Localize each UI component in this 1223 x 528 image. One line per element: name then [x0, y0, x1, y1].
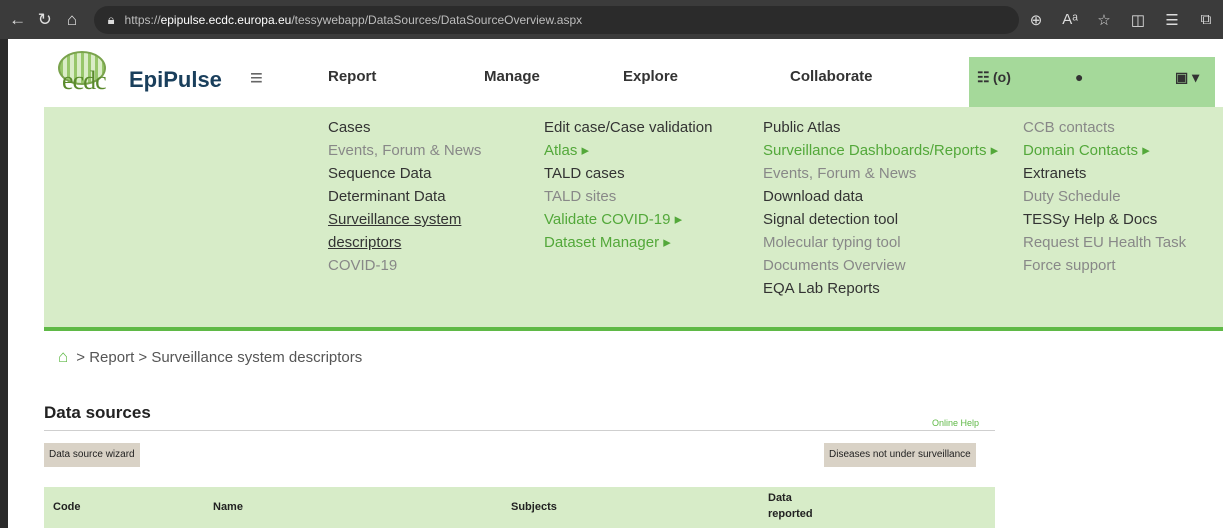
breadcrumb-path: Report > Surveillance system descriptors — [89, 348, 363, 366]
menu-col-explore: Public Atlas Surveillance Dashboards/Repo… — [763, 116, 998, 300]
col-name[interactable]: Name — [213, 501, 243, 513]
nav-collaborate[interactable]: Collaborate — [790, 68, 873, 85]
col-code[interactable]: Code — [53, 501, 81, 513]
col-data-reported-line1[interactable]: Data — [768, 492, 792, 504]
menu-col-collaborate: CCB contacts Domain Contacts ▸ Extranets Du… — [1023, 116, 1186, 277]
menu-item-explore[interactable]: EQA Lab Reports — [763, 277, 998, 300]
menu-item-manage[interactable]: Validate COVID-19 ▸ — [544, 208, 712, 231]
data-source-wizard-button[interactable]: Data source wizard — [44, 443, 140, 467]
breadcrumb: ⌂ > Report > Surveillance system descrip… — [58, 347, 362, 367]
menu-item-report[interactable]: COVID-19 — [328, 254, 481, 277]
menu-item-manage[interactable]: Dataset Manager ▸ — [544, 231, 712, 254]
home-icon[interactable]: ⌂ — [58, 347, 68, 367]
menu-item-collaborate[interactable]: Domain Contacts ▸ — [1023, 139, 1186, 162]
page-title: Data sources — [44, 403, 151, 422]
user-account-icon[interactable]: ● — [1075, 69, 1083, 85]
col-subjects[interactable]: Subjects — [511, 501, 557, 513]
nav-report[interactable]: Report — [328, 68, 376, 85]
menu-item-collaborate[interactable]: TESSy Help & Docs — [1023, 208, 1186, 231]
menu-item-report[interactable]: Cases — [328, 116, 481, 139]
contact-card-icon[interactable]: ▣ ▾ — [1175, 69, 1199, 86]
menu-item-explore[interactable]: Molecular typing tool — [763, 231, 998, 254]
online-help-link[interactable]: Online Help — [932, 418, 979, 428]
menu-item-explore[interactable]: Documents Overview — [763, 254, 998, 277]
task-list-icon[interactable]: ☷ — [977, 69, 990, 86]
breadcrumb-sep: > — [76, 348, 86, 366]
menu-item-explore[interactable]: Public Atlas — [763, 116, 998, 139]
menu-item-explore[interactable]: Events, Forum & News — [763, 162, 998, 185]
menu-item-report[interactable]: Determinant Data — [328, 185, 481, 208]
menu-col-manage: Edit case/Case validation Atlas ▸ TALD cas… — [544, 116, 712, 254]
user-toolbar: ☷ (o) ● ▣ ▾ — [969, 57, 1215, 107]
menu-item-collaborate[interactable]: Force support — [1023, 254, 1186, 277]
menu-col-report: Cases Events, Forum & News Sequence Data De… — [328, 116, 481, 277]
task-count[interactable]: (o) — [993, 69, 1011, 85]
menu-item-manage[interactable]: TALD cases — [544, 162, 712, 185]
nav-manage[interactable]: Manage — [484, 68, 540, 85]
menu-item-collaborate[interactable]: Request EU Health Task — [1023, 231, 1186, 254]
menu-item-collaborate[interactable]: CCB contacts — [1023, 116, 1186, 139]
col-data-reported-line2[interactable]: reported — [768, 508, 813, 520]
menu-item-manage[interactable]: TALD sites — [544, 185, 712, 208]
nav-explore[interactable]: Explore — [623, 68, 678, 85]
menu-item-collaborate[interactable]: Duty Schedule — [1023, 185, 1186, 208]
menu-item-report[interactable]: descriptors — [328, 231, 481, 254]
menu-item-report[interactable]: Events, Forum & News — [328, 139, 481, 162]
menu-item-explore[interactable]: Surveillance Dashboards/Reports ▸ — [763, 139, 998, 162]
table-header: Code Name Subjects Data reported — [44, 487, 995, 528]
menu-item-report[interactable]: Surveillance system — [328, 208, 481, 231]
menu-item-report[interactable]: Sequence Data — [328, 162, 481, 185]
menu-item-manage[interactable]: Atlas ▸ — [544, 139, 712, 162]
mega-menu: Cases Events, Forum & News Sequence Data De… — [44, 107, 1223, 331]
menu-item-explore[interactable]: Download data — [763, 185, 998, 208]
menu-item-manage[interactable]: Edit case/Case validation — [544, 116, 712, 139]
menu-item-collaborate[interactable]: Extranets — [1023, 162, 1186, 185]
title-divider — [44, 430, 995, 431]
window-edge — [0, 39, 8, 528]
diseases-not-under-surveillance-button[interactable]: Diseases not under surveillance — [824, 443, 976, 467]
menu-item-explore[interactable]: Signal detection tool — [763, 208, 998, 231]
